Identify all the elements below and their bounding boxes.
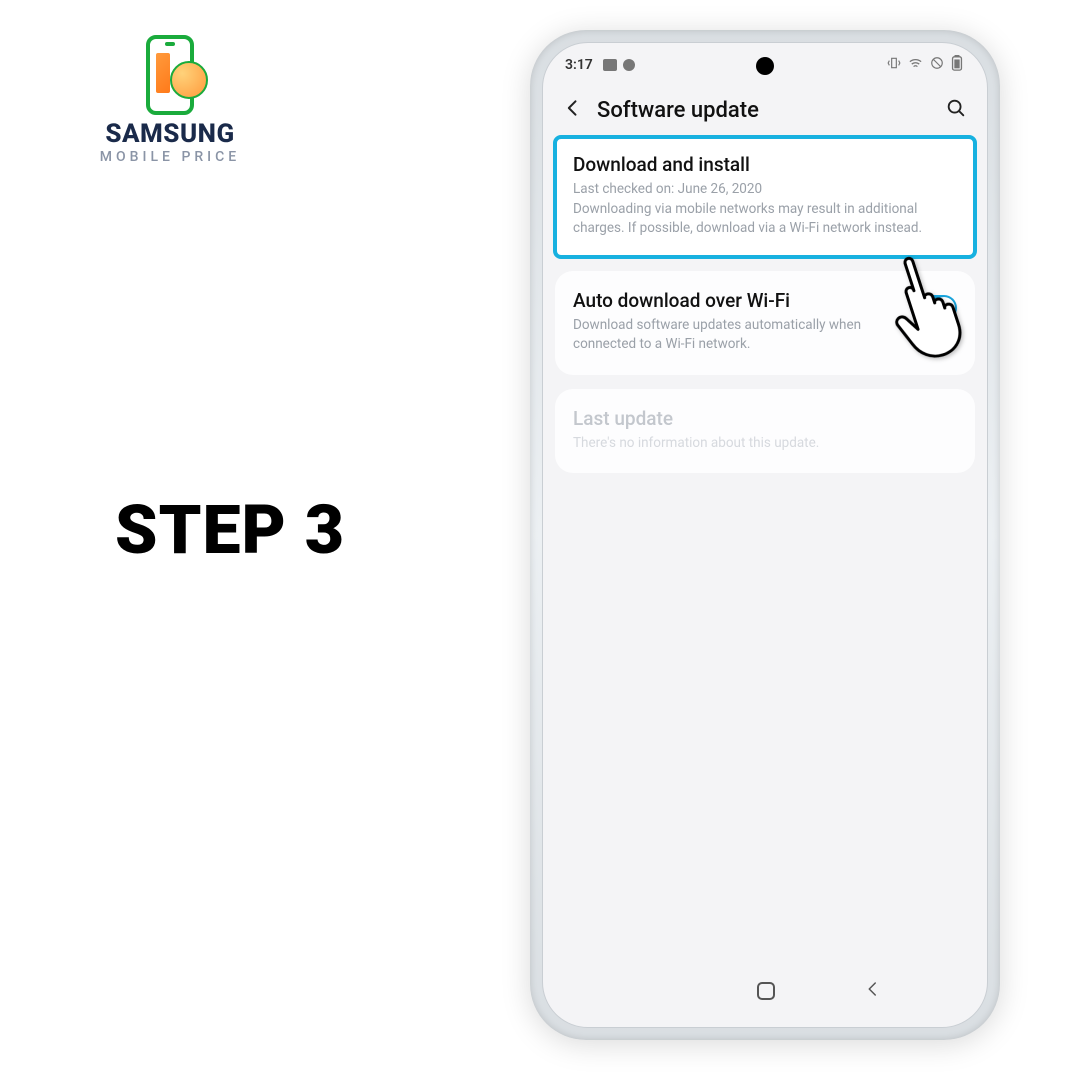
- brand-logo: SAMSUNG MOBILE PRICE: [80, 35, 260, 165]
- download-install-title: Download and install: [573, 153, 957, 176]
- nav-bar: [543, 967, 987, 1027]
- download-install-item[interactable]: Download and install Last checked on: Ju…: [555, 137, 975, 257]
- logo-text-sub: MOBILE PRICE: [80, 149, 260, 165]
- notification-icon: [603, 59, 617, 71]
- logo-text-main: SAMSUNG: [80, 121, 260, 147]
- notification-dot-icon: [623, 59, 635, 71]
- status-time: 3:17: [565, 57, 593, 73]
- step-label: STEP 3: [115, 490, 345, 570]
- camera-hole-icon: [756, 57, 774, 75]
- phone-screen: 3:17: [542, 42, 988, 1028]
- auto-download-title: Auto download over Wi-Fi: [573, 289, 901, 312]
- vibrate-icon: [887, 56, 901, 74]
- page-title: Software update: [597, 98, 931, 123]
- phone-frame: 3:17: [530, 30, 1000, 1040]
- wifi-icon: [908, 56, 923, 75]
- logo-phone-icon: [146, 35, 194, 115]
- download-install-desc: Last checked on: June 26, 2020 Downloadi…: [573, 180, 957, 239]
- search-icon[interactable]: [945, 97, 967, 123]
- last-update-title: Last update: [573, 407, 957, 430]
- auto-download-desc: Download software updates automatically …: [573, 316, 901, 355]
- battery-icon: [951, 55, 963, 75]
- back-icon[interactable]: [563, 98, 583, 122]
- nav-back-icon[interactable]: [864, 979, 882, 1004]
- no-sim-icon: [930, 56, 944, 74]
- screen-header: Software update: [543, 87, 987, 137]
- home-icon[interactable]: [757, 982, 775, 1000]
- recents-icon[interactable]: [648, 990, 668, 992]
- last-update-desc: There's no information about this update…: [573, 434, 957, 454]
- last-update-item[interactable]: Last update There's no information about…: [555, 389, 975, 474]
